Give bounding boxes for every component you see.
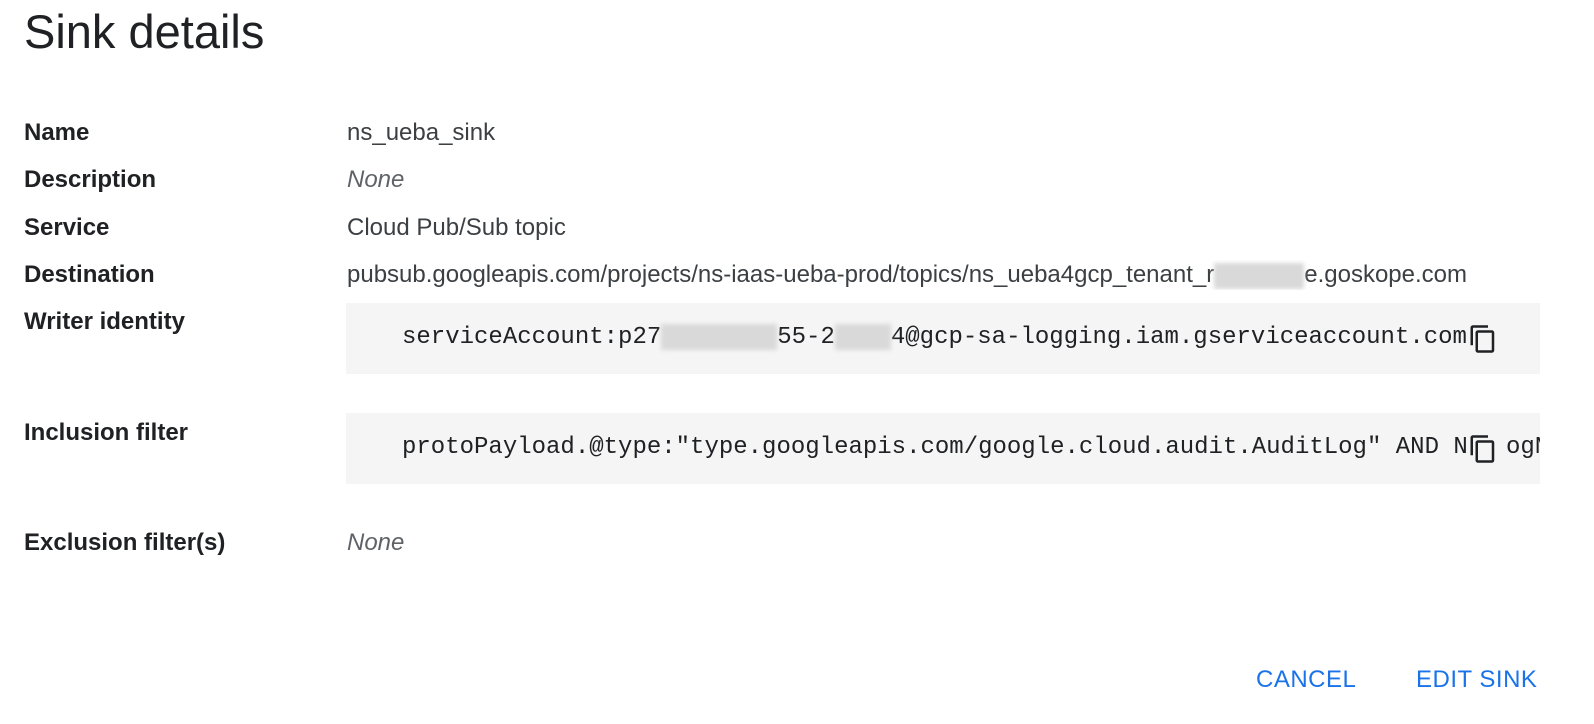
copy-inclusion-filter-button[interactable] (1468, 433, 1498, 465)
writer-identity-value[interactable]: serviceAccount:p27 55-2 4@gcp-sa-logging.i… (402, 322, 1467, 354)
service-value: Cloud Pub/Sub topic (347, 214, 566, 241)
destination-text-end: e.goskope.com (1304, 261, 1467, 288)
cancel-button[interactable]: CANCEL (1256, 664, 1356, 696)
writer-identity-part-2: 55-2 (777, 324, 835, 351)
name-value: ns_ueba_sink (347, 119, 496, 146)
copy-icon (1470, 435, 1495, 463)
edit-sink-button[interactable]: EDIT SINK (1416, 664, 1537, 696)
inclusion-filter-box: protoPayload.@type:"type.googleapis.com/… (346, 413, 1540, 484)
description-value: None (347, 166, 405, 193)
destination-text-start: pubsub.googleapis.com/projects/ns-iaas-u… (347, 261, 1215, 288)
writer-identity-part-1: serviceAccount:p27 (402, 324, 662, 351)
redacted-block (1214, 262, 1305, 289)
inclusion-filter-value[interactable]: protoPayload.@type:"type.googleapis.com/… (402, 432, 1482, 464)
writer-identity-box: serviceAccount:p27 55-2 4@gcp-sa-logging.i… (346, 303, 1540, 374)
copy-icon (1470, 325, 1495, 353)
redacted-block (661, 323, 778, 350)
exclusion-filters-value: None (347, 529, 405, 556)
destination-value: pubsub.googleapis.com/projects/ns-iaas-u… (347, 260, 1541, 290)
exclusion-filters-label: Exclusion filter(s) (24, 529, 226, 556)
writer-identity-part-3: 4@gcp-sa-logging.iam.gserviceaccount.com (890, 324, 1467, 351)
redacted-block (834, 323, 891, 350)
destination-label: Destination (24, 261, 155, 288)
sink-details-dialog: Sink details Name ns_ueba_sink Descripti… (0, 0, 1594, 724)
writer-identity-label: Writer identity (24, 308, 185, 335)
page-title: Sink details (24, 5, 265, 58)
inclusion-filter-overflow-text: ogN (1506, 434, 1540, 461)
description-label: Description (24, 166, 157, 193)
copy-writer-identity-button[interactable] (1468, 323, 1498, 355)
service-label: Service (24, 214, 110, 241)
name-label: Name (24, 119, 90, 146)
inclusion-filter-label: Inclusion filter (24, 419, 189, 446)
